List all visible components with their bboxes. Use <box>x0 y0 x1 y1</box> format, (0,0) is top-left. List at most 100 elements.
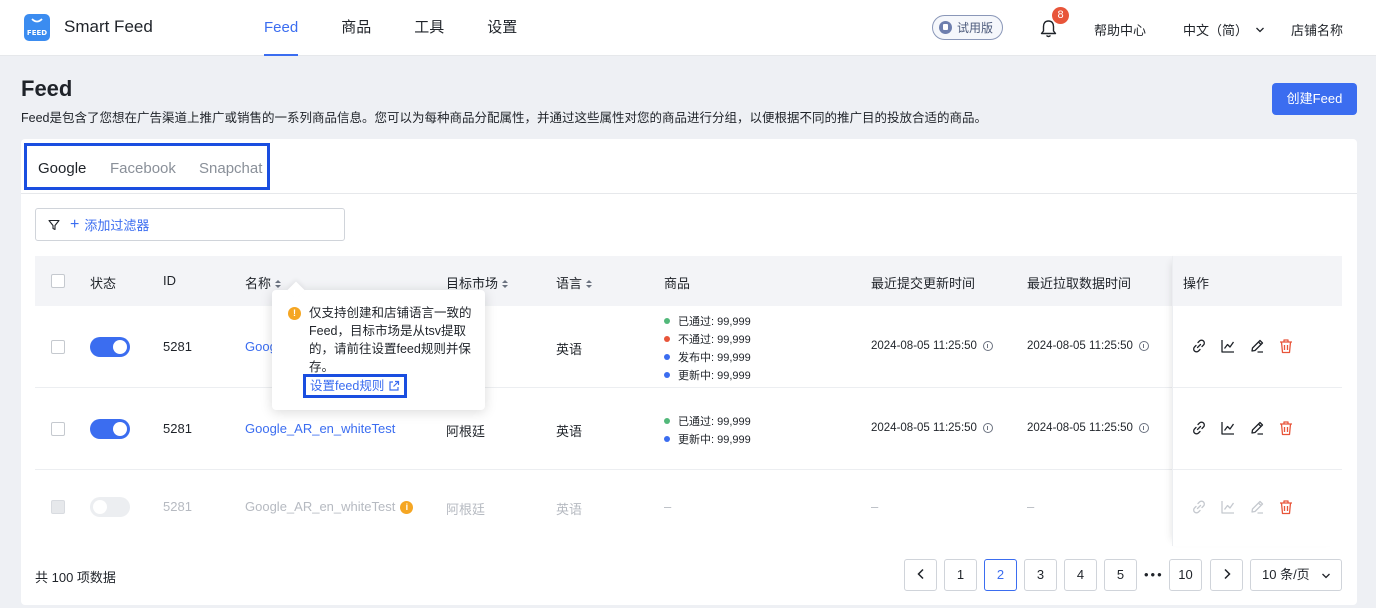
feed-card: Google Facebook Snapchat + 添加过滤器 状态 ID 名… <box>21 139 1357 605</box>
add-filter-label: 添加过滤器 <box>84 218 150 233</box>
link-icon[interactable] <box>1191 420 1207 436</box>
warning-icon[interactable]: i <box>400 501 414 515</box>
col-last-submit: 最近提交更新时间 <box>871 276 976 291</box>
red-dot-icon <box>664 336 670 343</box>
warning-icon: ! <box>288 307 301 320</box>
pagination-ellipsis[interactable]: ••• <box>1144 567 1164 582</box>
tab-google[interactable]: Google <box>38 160 86 177</box>
stat-publishing: 发布中: 99,999 <box>664 349 751 365</box>
feed-rule-settings-link[interactable]: 设置feed规则 <box>303 374 408 398</box>
time-text: 2024-08-05 11:25:50 <box>871 340 977 352</box>
feed-name-link[interactable]: Google_AR_en_whiteTest <box>245 421 395 436</box>
feed-language: 英语 <box>556 342 583 357</box>
col-language[interactable]: 语言 <box>556 273 593 292</box>
link-icon[interactable] <box>1191 499 1207 515</box>
last-fetch-time: 2024-08-05 11:25:50 <box>1027 422 1149 434</box>
edit-icon[interactable] <box>1249 499 1265 515</box>
link-icon[interactable] <box>1191 338 1207 354</box>
chevron-left-icon <box>916 568 924 580</box>
stat-label: 已通过: 99,999 <box>678 316 751 328</box>
delete-icon[interactable] <box>1278 420 1294 436</box>
stat-approved: 已通过: 99,999 <box>664 413 751 429</box>
chart-icon[interactable] <box>1220 338 1236 354</box>
prev-page-button[interactable] <box>904 559 937 591</box>
row-checkbox[interactable] <box>51 340 65 354</box>
feed-name-text: Google_AR_en_whiteTest <box>245 499 396 514</box>
col-products: 商品 <box>664 276 691 291</box>
language-select[interactable]: 中文（简） <box>1183 20 1265 39</box>
last-submit-time: – <box>871 499 879 514</box>
nav-products[interactable]: 商品 <box>341 0 371 56</box>
app-name: Smart Feed <box>64 17 153 36</box>
page-3[interactable]: 3 <box>1024 559 1057 591</box>
col-name-label: 名称 <box>245 276 272 291</box>
info-icon[interactable] <box>982 422 993 433</box>
edit-icon[interactable] <box>1249 420 1265 436</box>
info-icon[interactable] <box>982 340 993 351</box>
page-title: Feed <box>21 76 73 101</box>
page-4[interactable]: 4 <box>1064 559 1097 591</box>
info-icon[interactable] <box>1138 340 1149 351</box>
tooltip-link-label: 设置feed规则 <box>310 379 385 393</box>
feed-name: Google_AR_en_whiteTest i <box>245 499 414 515</box>
nav-tools[interactable]: 工具 <box>414 0 444 56</box>
delete-icon[interactable] <box>1278 499 1294 515</box>
filter-icon <box>48 219 60 230</box>
trial-icon <box>939 21 952 34</box>
tab-snapchat[interactable]: Snapchat <box>199 160 262 177</box>
stat-rejected: 不通过: 99,999 <box>664 331 751 347</box>
help-center-link[interactable]: 帮助中心 <box>1094 20 1146 39</box>
feed-products: – <box>664 499 672 514</box>
green-dot-icon <box>664 318 670 325</box>
nav-feed[interactable]: Feed <box>264 0 299 56</box>
feed-market: 阿根廷 <box>446 502 486 517</box>
plus-icon: + <box>70 215 80 233</box>
top-bar: FEED Smart Feed Feed 商品 工具 设置 试用版 8 帮助中心… <box>0 0 1376 56</box>
page-size-select[interactable]: 10 条/页 <box>1250 559 1342 591</box>
market-tooltip: ! 仅支持创建和店铺语言一致的Feed，目标市场是从tsv提取的，请前往设置fe… <box>272 290 485 410</box>
last-fetch-time: – <box>1027 499 1035 514</box>
feed-language: 英语 <box>556 502 583 517</box>
status-toggle[interactable] <box>90 497 130 517</box>
blue-dot-icon <box>664 436 670 443</box>
add-filter-button[interactable]: + 添加过滤器 <box>35 208 345 241</box>
green-dot-icon <box>664 418 670 425</box>
table-row: 5281 Google_AR_en_whiteTest 阿根廷 英语 已通过: … <box>35 388 1342 470</box>
status-toggle[interactable] <box>90 419 130 439</box>
feed-language: 英语 <box>556 424 583 439</box>
chart-icon[interactable] <box>1220 499 1236 515</box>
trial-badge[interactable]: 试用版 <box>932 15 1004 40</box>
time-text: 2024-08-05 11:25:50 <box>871 422 977 434</box>
create-feed-button[interactable]: 创建Feed <box>1272 83 1357 115</box>
trial-label: 试用版 <box>957 21 994 35</box>
store-name[interactable]: 店铺名称 <box>1291 20 1343 39</box>
table-row: 5281 Goog 英语 已通过: 99,999 不通过: 99,999 发布中… <box>35 306 1342 388</box>
feed-logo-icon[interactable]: FEED <box>24 14 50 41</box>
status-toggle[interactable] <box>90 337 130 357</box>
select-all-checkbox[interactable] <box>51 274 65 288</box>
last-submit-time: 2024-08-05 11:25:50 <box>871 340 993 352</box>
next-page-button[interactable] <box>1210 559 1243 591</box>
external-link-icon <box>389 380 400 391</box>
page-2[interactable]: 2 <box>984 559 1017 591</box>
sort-icon <box>502 280 509 289</box>
row-checkbox[interactable] <box>51 422 65 436</box>
chevron-down-icon <box>1255 27 1264 33</box>
col-status: 状态 <box>90 276 117 291</box>
info-icon[interactable] <box>1138 422 1149 433</box>
row-checkbox[interactable] <box>51 500 65 514</box>
nav-settings[interactable]: 设置 <box>487 0 517 56</box>
chart-icon[interactable] <box>1220 420 1236 436</box>
tab-facebook[interactable]: Facebook <box>110 160 176 177</box>
blue-dot-icon <box>664 372 670 379</box>
blue-dot-icon <box>664 354 670 361</box>
page-1[interactable]: 1 <box>944 559 977 591</box>
logo-text: FEED <box>27 29 47 37</box>
page-10[interactable]: 10 <box>1169 559 1202 591</box>
channel-tabs: Google Facebook Snapchat <box>24 143 270 190</box>
delete-icon[interactable] <box>1278 338 1294 354</box>
edit-icon[interactable] <box>1249 338 1265 354</box>
feed-market: 阿根廷 <box>446 424 486 439</box>
main-nav: Feed 商品 工具 设置 <box>264 0 560 56</box>
page-5[interactable]: 5 <box>1104 559 1137 591</box>
